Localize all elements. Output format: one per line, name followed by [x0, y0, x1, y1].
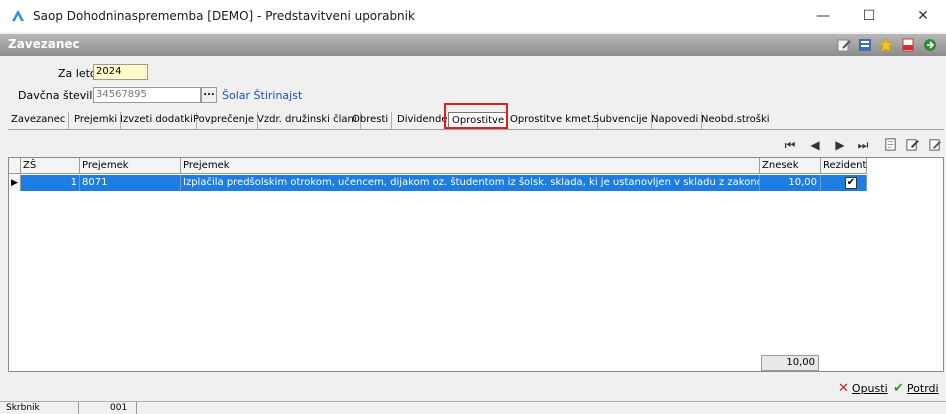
exemptions-grid: ZŠ Prejemek Prejemek Znesek Rezident ▶ 1… — [8, 157, 944, 372]
column-header-znesek[interactable]: Znesek — [760, 158, 821, 174]
davcna-stevilka-input[interactable]: 34567895 — [93, 87, 201, 103]
cell-rezident[interactable] — [821, 175, 867, 191]
tab-obresti[interactable]: Obresti — [349, 112, 393, 130]
section-title: Zavezanec — [8, 37, 80, 51]
cell-prejemek-description[interactable]: Izplačila predšolskim otrokom, učencem, … — [181, 175, 760, 191]
active-tab-highlight — [444, 103, 508, 129]
cell-zs[interactable]: 1 — [21, 175, 80, 191]
edit-note-icon[interactable] — [836, 37, 852, 53]
tab-dividende[interactable]: Dividende — [394, 112, 452, 130]
favorite-star-icon[interactable] — [878, 37, 894, 53]
confirm-label: Potrdi — [906, 382, 939, 395]
za-leto-label: Za leto — [58, 67, 97, 80]
lookup-button[interactable]: ... — [201, 87, 217, 103]
tab-napovedi[interactable]: Napovedi — [648, 112, 703, 130]
table-row[interactable]: 1 8071 Izplačila predšolskim otrokom, uč… — [9, 175, 867, 191]
tab-povprecenje[interactable]: Povprečenje — [190, 112, 259, 130]
tab-vzdr-druzinski-clani[interactable]: Vzdr. družinski člani — [254, 112, 361, 130]
taxpayer-name: Šolar Štirinajst — [222, 89, 303, 102]
confirm-check-icon: ✔ — [893, 381, 904, 396]
status-bar: Skrbnik 001 — [0, 401, 946, 414]
za-leto-input[interactable]: 2024 — [93, 64, 148, 80]
edit-document-icon[interactable] — [905, 137, 920, 152]
tab-izvzeti-dodatki[interactable]: Izvzeti dodatki — [117, 112, 197, 130]
tabs-divider — [8, 129, 944, 130]
prev-record-button[interactable]: ◀ — [806, 136, 824, 154]
cancel-button[interactable]: ✕ Opusti — [838, 381, 888, 399]
maximize-button[interactable]: ☐ — [846, 0, 892, 32]
pdf-document-icon[interactable] — [900, 37, 916, 53]
cancel-label: Opusti — [851, 382, 888, 395]
new-document-icon[interactable] — [883, 137, 898, 152]
cell-znesek[interactable]: 10,00 — [760, 175, 821, 191]
confirm-button[interactable]: ✔ Potrdi — [893, 381, 939, 399]
tab-prejemki[interactable]: Prejemki — [71, 112, 122, 130]
status-user: Skrbnik — [6, 403, 40, 413]
section-header: Zavezanec — [0, 34, 946, 56]
column-header-prejemek[interactable]: Prejemek — [181, 158, 760, 174]
znesek-total: 10,00 — [761, 355, 819, 371]
edit-pen-icon[interactable] — [928, 137, 943, 152]
next-record-button[interactable]: ▶ — [831, 136, 849, 154]
title-bar: Saop Dohodninasprememba [DEMO] - Predsta… — [0, 0, 946, 32]
window-title: Saop Dohodninasprememba [DEMO] - Predsta… — [33, 9, 415, 23]
last-record-button[interactable]: ⏭ — [854, 136, 872, 154]
rezident-checkbox[interactable]: ✔ — [845, 177, 857, 189]
cell-prejemek-code[interactable]: 8071 — [80, 175, 181, 191]
table-icon[interactable] — [857, 37, 873, 53]
column-header-zs[interactable]: ZŠ — [21, 158, 80, 174]
tab-oprostitve-kmet[interactable]: Oprostitve kmet. — [507, 112, 599, 130]
column-header-prejemek-code[interactable]: Prejemek — [80, 158, 181, 174]
tab-subvencije[interactable]: Subvencije — [590, 112, 652, 130]
cancel-x-icon: ✕ — [838, 381, 849, 396]
tab-neobd-stroski[interactable]: Neobd.stroški — [698, 112, 773, 130]
status-separator — [78, 402, 79, 414]
close-button[interactable]: ✕ — [900, 0, 946, 32]
tab-zavezanec[interactable]: Zavezanec — [8, 112, 70, 130]
status-separator — [136, 402, 137, 414]
minimize-button[interactable]: — — [800, 0, 846, 32]
column-header-rezident[interactable]: Rezident — [821, 158, 867, 174]
row-indicator-header — [9, 158, 21, 174]
status-code: 001 — [110, 403, 128, 413]
exit-icon[interactable] — [922, 37, 938, 53]
first-record-button[interactable]: ⏮ — [781, 136, 799, 154]
app-logo-icon — [12, 10, 24, 21]
